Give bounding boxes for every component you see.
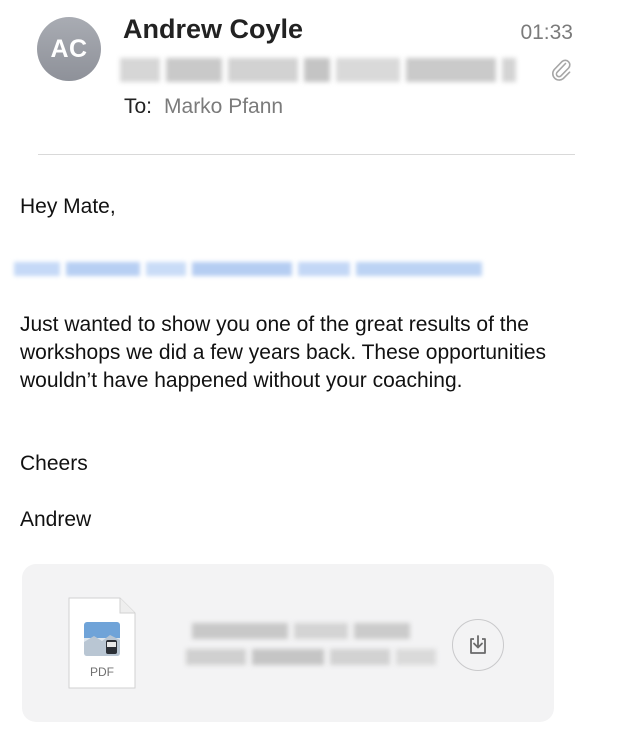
- sender-name[interactable]: Andrew Coyle: [123, 14, 303, 45]
- avatar[interactable]: AC: [37, 17, 101, 81]
- paperclip-icon: [551, 59, 571, 81]
- file-type-label: PDF: [90, 665, 114, 679]
- closing: Cheers: [20, 452, 88, 475]
- message-paragraph: Just wanted to show you one of the great…: [20, 313, 547, 392]
- message-time: 01:33: [520, 21, 573, 44]
- signature: Andrew: [20, 508, 92, 531]
- greeting: Hey Mate,: [20, 195, 116, 218]
- to-label: To:: [124, 95, 153, 118]
- download-button[interactable]: [452, 619, 504, 671]
- pdf-file-icon[interactable]: PDF: [66, 595, 138, 691]
- recipient-name[interactable]: Marko Pfann: [164, 95, 283, 118]
- attachment-card[interactable]: PDF: [22, 564, 554, 722]
- pdf-thumbnail-image: [84, 622, 120, 656]
- recipient-line: To: Marko Pfann: [124, 95, 283, 119]
- subject-line-redacted: [120, 58, 516, 82]
- download-icon: [470, 635, 486, 654]
- avatar-initials: AC: [50, 34, 88, 63]
- header-divider: [38, 154, 575, 155]
- attachment-filename-redacted: [186, 621, 436, 671]
- link-redacted[interactable]: [14, 259, 482, 279]
